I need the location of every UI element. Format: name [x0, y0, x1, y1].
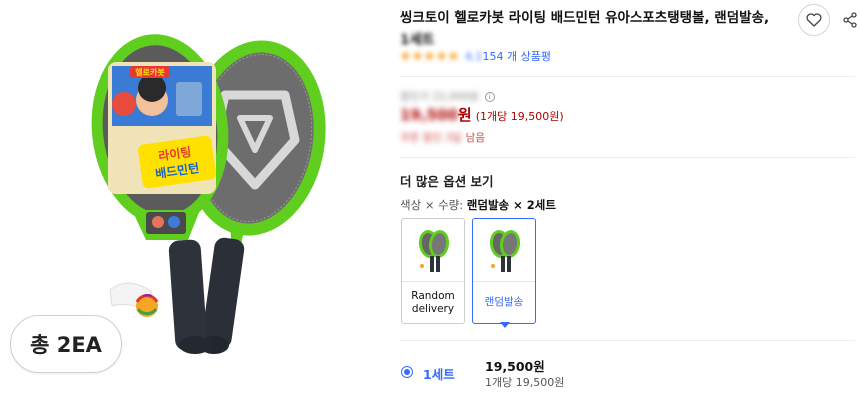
product-image[interactable]: 헬로카봇 라이팅 배드민턴 총 2EA: [0, 0, 385, 400]
count-badge: 총 2EA: [10, 315, 122, 373]
star-icon: [436, 50, 447, 61]
option-thumbnail: [489, 230, 521, 272]
quantity-option-row[interactable]: 1세트 19,500원 1개당 19,500원: [400, 356, 855, 392]
divider: [400, 157, 855, 158]
info-icon[interactable]: i: [484, 91, 495, 102]
option-label: 랜덤발송: [473, 281, 535, 323]
quantity-label[interactable]: 1세트: [423, 364, 455, 383]
option-thumbnail: [418, 230, 450, 272]
star-icon: [412, 50, 423, 61]
original-price: 할인가 22,000원 i: [400, 89, 495, 104]
product-title-overflow: 1세트: [400, 32, 435, 48]
heart-icon: [806, 13, 822, 27]
star-icon: [400, 50, 411, 61]
rating-row[interactable]: 4,1154 개 상품평: [400, 47, 551, 65]
selected-option-summary: 색상 × 수량: 랜덤발송 × 2세트: [400, 198, 556, 212]
option-label: Random delivery: [402, 281, 464, 323]
sale-price-row: 19,500원 (1개당 19,500원): [400, 104, 564, 125]
product-title: 씽크토이 헬로카봇 라이팅 배드민턴 유아스포츠탱탱볼, 랜덤발송,: [400, 10, 770, 26]
star-icon: [424, 50, 435, 61]
more-options-title: 더 많은 옵션 보기: [400, 174, 494, 189]
coupon-row: 쿠폰 할인 3일 남음: [400, 132, 485, 144]
quantity-price: 19,500원: [485, 359, 545, 374]
divider: [400, 340, 855, 341]
quantity-unit-price: 1개당 19,500원: [485, 376, 565, 389]
option-card-random-delivery[interactable]: Random delivery: [401, 218, 465, 324]
product-info: 씽크토이 헬로카봇 라이팅 배드민턴 유아스포츠탱탱볼, 랜덤발송, 1세트 4…: [400, 0, 860, 400]
unit-price: (1개당 19,500원): [475, 110, 564, 123]
share-icon: [843, 12, 857, 28]
share-button[interactable]: [834, 4, 860, 36]
selected-option-pointer: [500, 322, 510, 328]
rainbow-ball: [135, 294, 159, 317]
review-count-link[interactable]: 4,1154 개 상품평: [465, 48, 551, 64]
star-icon: [448, 50, 459, 61]
sale-price: 19,500원: [400, 106, 472, 124]
quantity-radio[interactable]: [401, 366, 413, 378]
favorite-button[interactable]: [798, 4, 830, 36]
option-card-random-shipping[interactable]: 랜덤발송: [472, 218, 536, 324]
divider: [400, 76, 855, 77]
svg-text:헬로카봇: 헬로카봇: [135, 67, 165, 77]
rating-stars: [400, 50, 459, 62]
